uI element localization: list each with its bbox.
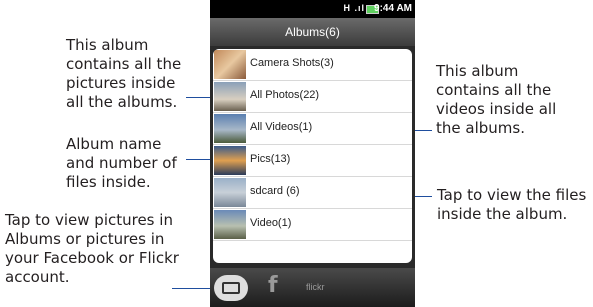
album-label: All Videos(1) [250,121,313,133]
status-bar: H .ıl 9:44 AM [210,0,415,18]
callout-tap-files: Tap to view the files inside the album. [437,186,587,223]
album-thumbnail [214,210,246,239]
album-row-all-photos[interactable]: All Photos(22) [213,81,412,113]
album-label: Video(1) [250,217,292,229]
album-thumbnail [214,146,246,175]
album-row-sdcard[interactable]: sdcard (6) [213,177,412,209]
album-label: Camera Shots(3) [250,57,334,69]
album-label: Pics(13) [250,153,291,165]
bottom-tab-bar: f flickr [210,268,415,307]
album-thumbnail [214,82,246,111]
callout-album-name: Album name and number of files inside. [66,135,177,191]
album-thumbnail [214,50,246,79]
tab-albums[interactable] [214,275,248,301]
callout-tap-view: Tap to view pictures in Albums or pictur… [5,211,179,286]
album-row-camera-shots[interactable]: Camera Shots(3) [213,49,412,81]
album-thumbnail [214,178,246,207]
leader-line-tap-view [172,288,214,289]
album-label: sdcard (6) [250,185,300,197]
album-row-pics[interactable]: Pics(13) [213,145,412,177]
album-list[interactable]: Camera Shots(3) All Photos(22) All Video… [213,49,412,263]
album-row-video[interactable]: Video(1) [213,209,412,241]
callout-all-videos: This album contains all the videos insid… [436,62,557,137]
signal-icon: H .ıl [343,3,365,13]
tab-facebook[interactable]: f [268,273,278,298]
album-row-all-videos[interactable]: All Videos(1) [213,113,412,145]
album-thumbnail [214,114,246,143]
status-time: 9:44 AM [374,3,412,14]
page-title: Albums(6) [210,18,415,46]
phone-screen: H .ıl 9:44 AM Albums(6) Camera Shots(3) … [210,0,415,307]
tab-flickr[interactable]: flickr [306,282,325,292]
folder-icon [222,282,240,294]
album-label: All Photos(22) [250,89,320,101]
callout-all-pictures: This album contains all the pictures ins… [66,36,182,111]
